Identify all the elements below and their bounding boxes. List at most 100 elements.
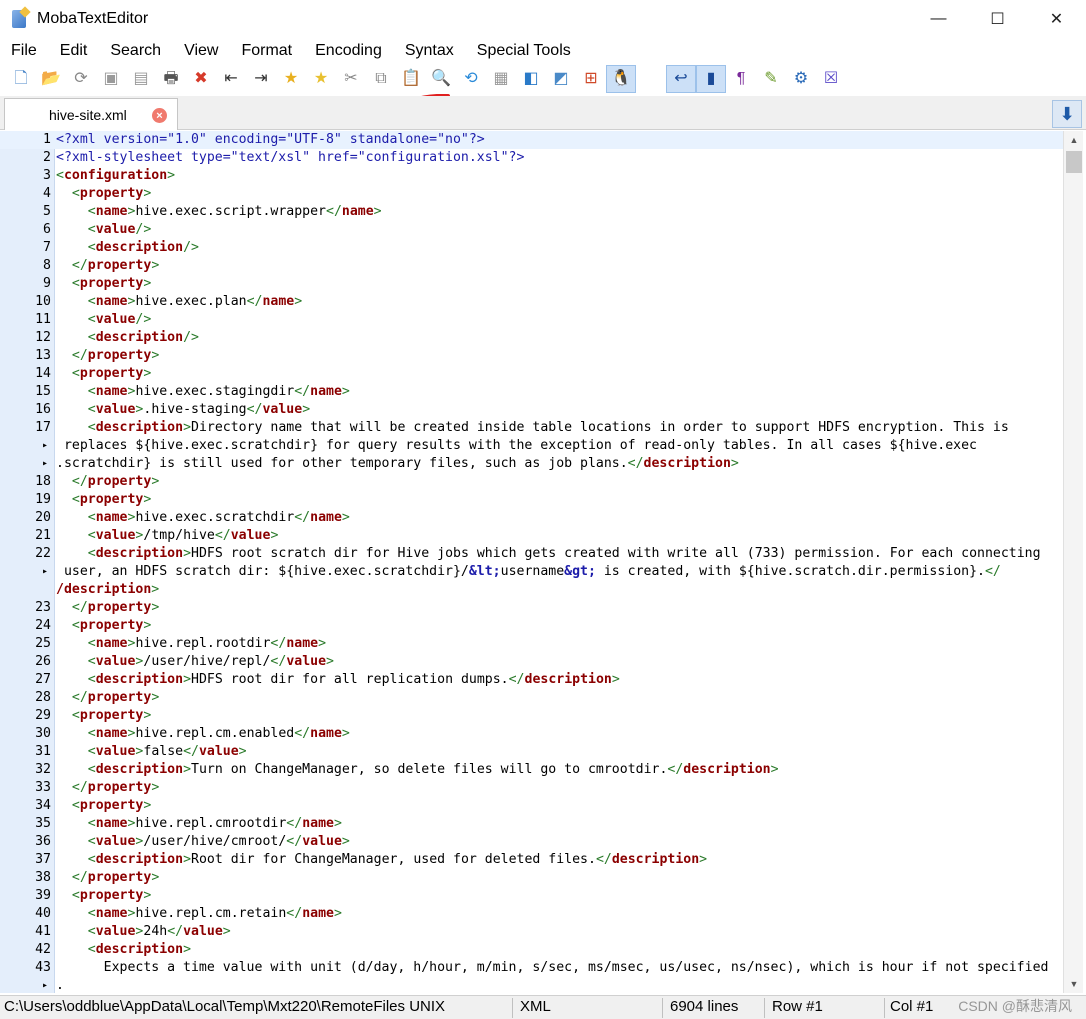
- save-button[interactable]: ▣: [96, 65, 126, 93]
- code-line[interactable]: 4 <property>: [0, 185, 1063, 203]
- replace-button[interactable]: ⟲: [456, 65, 486, 93]
- code-line[interactable]: /description>: [0, 581, 1063, 599]
- code-line[interactable]: 12 <description/>: [0, 329, 1063, 347]
- code-line[interactable]: 38 </property>: [0, 869, 1063, 887]
- code-line[interactable]: 30 <name>hive.repl.cm.enabled</name>: [0, 725, 1063, 743]
- code-line[interactable]: 26 <value>/user/hive/repl/</value>: [0, 653, 1063, 671]
- code-line[interactable]: 34 <property>: [0, 797, 1063, 815]
- indent-button[interactable]: ⇥: [246, 65, 276, 93]
- code-line[interactable]: 11 <value/>: [0, 311, 1063, 329]
- code-line[interactable]: 7 <description/>: [0, 239, 1063, 257]
- scroll-down-arrow-icon[interactable]: ▼: [1064, 975, 1084, 993]
- tab-hive-site-xml[interactable]: hive-site.xml ×: [4, 98, 178, 130]
- tab-close-icon[interactable]: ×: [152, 108, 167, 123]
- code-line[interactable]: 21 <value>/tmp/hive</value>: [0, 527, 1063, 545]
- close-window-button[interactable]: ✕: [1027, 0, 1086, 38]
- code-line[interactable]: 15 <name>hive.exec.stagingdir</name>: [0, 383, 1063, 401]
- code-line[interactable]: 29 <property>: [0, 707, 1063, 725]
- code-line[interactable]: 37 <description>Root dir for ChangeManag…: [0, 851, 1063, 869]
- code-line[interactable]: ▸ .scratchdir} is still used for other te…: [0, 455, 1063, 473]
- code-line[interactable]: 39 <property>: [0, 887, 1063, 905]
- menu-view[interactable]: View: [184, 42, 218, 60]
- menu-search[interactable]: Search: [110, 42, 161, 60]
- code-line[interactable]: 23 </property>: [0, 599, 1063, 617]
- code-line[interactable]: 10 <name>hive.exec.plan</name>: [0, 293, 1063, 311]
- line-number: 35: [35, 816, 51, 831]
- code-line[interactable]: 13 </property>: [0, 347, 1063, 365]
- code-line[interactable]: ▸ user, an HDFS scratch dir: ${hive.exec…: [0, 563, 1063, 581]
- menu-edit[interactable]: Edit: [60, 42, 88, 60]
- code-line[interactable]: 41 <value>24h</value>: [0, 923, 1063, 941]
- code-line[interactable]: ▸.: [0, 977, 1063, 993]
- line-number: 6: [43, 222, 51, 237]
- sync-button[interactable]: ◩: [546, 65, 576, 93]
- line-numbers-button[interactable]: ▮: [696, 65, 726, 93]
- menu-special-tools[interactable]: Special Tools: [477, 42, 571, 60]
- scroll-thumb[interactable]: [1066, 151, 1082, 173]
- bookmark-next-button[interactable]: ★: [306, 65, 336, 93]
- code-line[interactable]: 24 <property>: [0, 617, 1063, 635]
- code-line[interactable]: 25 <name>hive.repl.rootdir</name>: [0, 635, 1063, 653]
- macro-button[interactable]: ▦: [486, 65, 516, 93]
- highlight-button[interactable]: ✎: [756, 65, 786, 93]
- linux-eol-button[interactable]: 🐧: [606, 65, 636, 93]
- menu-file[interactable]: File: [11, 42, 37, 60]
- show-symbols-button[interactable]: ¶: [726, 65, 756, 93]
- code-line[interactable]: 28 </property>: [0, 689, 1063, 707]
- menu-syntax[interactable]: Syntax: [405, 42, 454, 60]
- save-all-button[interactable]: ▤: [126, 65, 156, 93]
- code-line[interactable]: 9 <property>: [0, 275, 1063, 293]
- code-line[interactable]: 40 <name>hive.repl.cm.retain</name>: [0, 905, 1063, 923]
- mac-eol-button[interactable]: [636, 65, 666, 93]
- copy-button[interactable]: ⧉: [366, 65, 396, 93]
- new-file-button[interactable]: 🗋: [6, 65, 36, 93]
- minimize-button[interactable]: —: [909, 0, 968, 38]
- code-line[interactable]: 36 <value>/user/hive/cmroot/</value>: [0, 833, 1063, 851]
- word-wrap-button[interactable]: ↩: [666, 65, 696, 93]
- code-line[interactable]: 43 Expects a time value with unit (d/day…: [0, 959, 1063, 977]
- code-line[interactable]: 32 <description>Turn on ChangeManager, s…: [0, 761, 1063, 779]
- code-line[interactable]: 6 <value/>: [0, 221, 1063, 239]
- status-syntax: XML: [520, 998, 551, 1015]
- code-line[interactable]: 3 <configuration>: [0, 167, 1063, 185]
- unindent-button[interactable]: ⇤: [216, 65, 246, 93]
- code-line[interactable]: 5 <name>hive.exec.script.wrapper</name>: [0, 203, 1063, 221]
- code-line[interactable]: 14 <property>: [0, 365, 1063, 383]
- windows-eol-button[interactable]: ⊞: [576, 65, 606, 93]
- open-folder-button[interactable]: 📂: [36, 65, 66, 93]
- tab-list-button[interactable]: ⬇: [1052, 100, 1082, 128]
- exit-button[interactable]: ☒: [816, 65, 846, 93]
- code-line[interactable]: 18 </property>: [0, 473, 1063, 491]
- cut-button[interactable]: ✂: [336, 65, 366, 93]
- code-line[interactable]: 33 </property>: [0, 779, 1063, 797]
- code-line[interactable]: 22 <description>HDFS root scratch dir fo…: [0, 545, 1063, 563]
- menu-encoding[interactable]: Encoding: [315, 42, 382, 60]
- bookmark-add-button[interactable]: ★: [276, 65, 306, 93]
- code-line[interactable]: 17 <description>Directory name that will…: [0, 419, 1063, 437]
- paste-button[interactable]: 📋: [396, 65, 426, 93]
- close-file-button[interactable]: ✖: [186, 65, 216, 93]
- code-line[interactable]: 16 <value>.hive-staging</value>: [0, 401, 1063, 419]
- code-line[interactable]: 27 <description>HDFS root dir for all re…: [0, 671, 1063, 689]
- code-line[interactable]: 19 <property>: [0, 491, 1063, 509]
- search-button[interactable]: 🔍: [426, 65, 456, 93]
- compare-button[interactable]: ◧: [516, 65, 546, 93]
- reload-button[interactable]: ⟳: [66, 65, 96, 93]
- editor[interactable]: 1 <?xml version="1.0" encoding="UTF-8" st…: [0, 131, 1086, 993]
- code-line[interactable]: 8 </property>: [0, 257, 1063, 275]
- print-button[interactable]: 🖶: [156, 65, 186, 93]
- settings-button[interactable]: ⚙: [786, 65, 816, 93]
- code-area[interactable]: 1 <?xml version="1.0" encoding="UTF-8" st…: [0, 131, 1063, 993]
- vertical-scrollbar[interactable]: ▲ ▼: [1063, 131, 1083, 993]
- code-line[interactable]: 20 <name>hive.exec.scratchdir</name>: [0, 509, 1063, 527]
- word-wrap-icon: ↩: [674, 70, 688, 87]
- code-line[interactable]: 35 <name>hive.repl.cmrootdir</name>: [0, 815, 1063, 833]
- menu-format[interactable]: Format: [241, 42, 292, 60]
- maximize-button[interactable]: ☐: [968, 0, 1027, 38]
- code-line[interactable]: 2 <?xml-stylesheet type="text/xsl" href="…: [0, 149, 1063, 167]
- code-line[interactable]: ▸ replaces ${hive.exec.scratchdir} for q…: [0, 437, 1063, 455]
- code-line[interactable]: 31 <value>false</value>: [0, 743, 1063, 761]
- scroll-up-arrow-icon[interactable]: ▲: [1064, 131, 1084, 149]
- code-line[interactable]: 42 <description>: [0, 941, 1063, 959]
- code-line[interactable]: 1 <?xml version="1.0" encoding="UTF-8" st…: [0, 131, 1063, 149]
